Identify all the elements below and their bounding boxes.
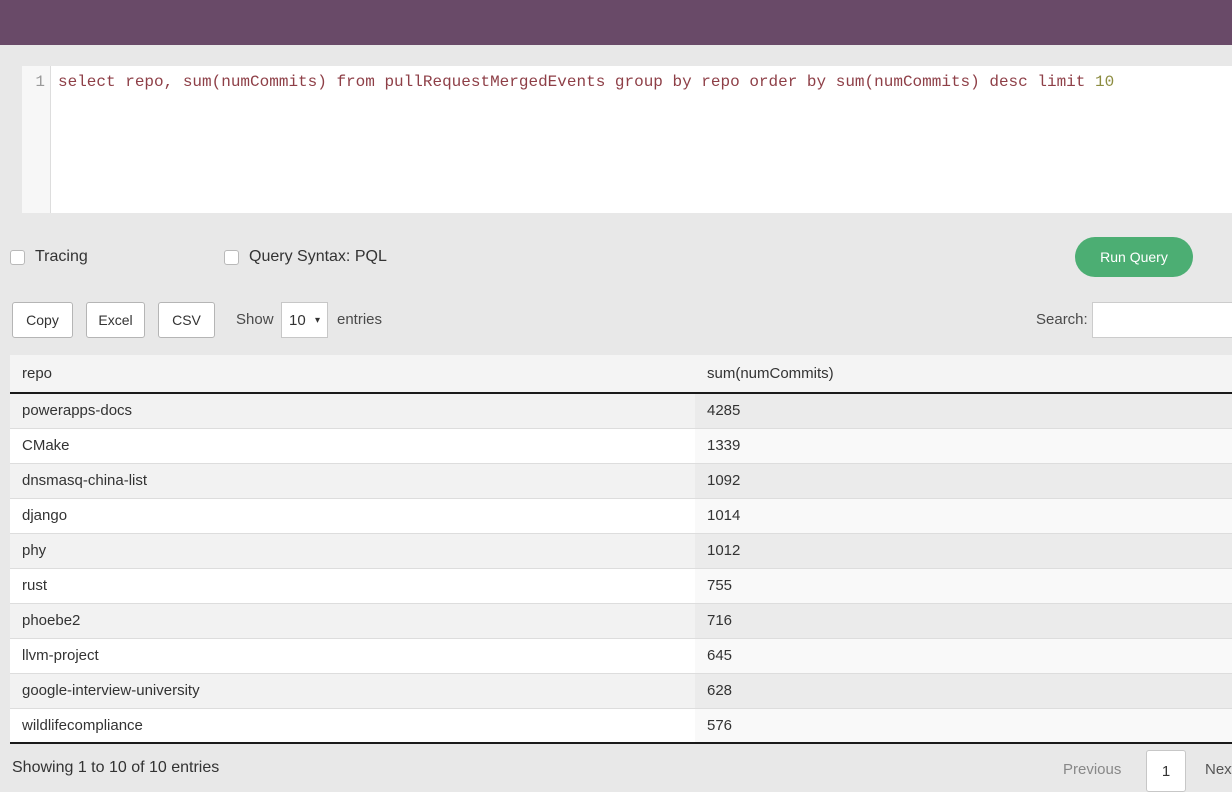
pagination-next[interactable]: Next bbox=[1205, 761, 1232, 778]
table-controls-row: Copy Excel CSV Show 10 ▾ entries Search: bbox=[0, 302, 1232, 338]
pql-syntax-checkbox[interactable] bbox=[224, 250, 239, 265]
entries-label: entries bbox=[337, 311, 382, 328]
cell-repo: dnsmasq-china-list bbox=[10, 463, 695, 498]
cell-sum-numcommits: 4285 bbox=[695, 393, 1232, 428]
table-row: llvm-project645 bbox=[10, 638, 1232, 673]
cell-repo: django bbox=[10, 498, 695, 533]
table-row: phoebe2716 bbox=[10, 603, 1232, 638]
column-header-sum-numcommits[interactable]: sum(numCommits) bbox=[695, 355, 1232, 393]
csv-button[interactable]: CSV bbox=[158, 302, 215, 338]
cell-repo: llvm-project bbox=[10, 638, 695, 673]
sql-query-number: 10 bbox=[1095, 73, 1114, 91]
chevron-down-icon: ▾ bbox=[315, 315, 320, 326]
tracing-checkbox[interactable] bbox=[10, 250, 25, 265]
column-header-repo[interactable]: repo ▴▾ bbox=[10, 355, 695, 393]
run-query-button[interactable]: Run Query bbox=[1075, 237, 1193, 277]
editor-gutter: 1 bbox=[22, 66, 51, 213]
excel-button[interactable]: Excel bbox=[86, 302, 145, 338]
pagination-previous[interactable]: Previous bbox=[1063, 761, 1121, 778]
table-header-row: repo ▴▾ sum(numCommits) bbox=[10, 355, 1232, 393]
cell-repo: google-interview-university bbox=[10, 673, 695, 708]
cell-repo: wildlifecompliance bbox=[10, 708, 695, 743]
table-row: phy1012 bbox=[10, 533, 1232, 568]
query-syntax-option: Query Syntax: PQL bbox=[224, 242, 387, 272]
sql-query-text: select repo, sum(numCommits) from pullRe… bbox=[58, 73, 1095, 91]
table-row: CMake1339 bbox=[10, 428, 1232, 463]
table-row: django1014 bbox=[10, 498, 1232, 533]
cell-repo: CMake bbox=[10, 428, 695, 463]
cell-repo: powerapps-docs bbox=[10, 393, 695, 428]
line-number: 1 bbox=[35, 73, 45, 91]
table-info: Showing 1 to 10 of 10 entries bbox=[12, 759, 219, 777]
table-body: powerapps-docs4285CMake1339dnsmasq-china… bbox=[10, 393, 1232, 743]
table-row: rust755 bbox=[10, 568, 1232, 603]
cell-sum-numcommits: 576 bbox=[695, 708, 1232, 743]
pagination-page-1[interactable]: 1 bbox=[1146, 750, 1186, 792]
cell-sum-numcommits: 716 bbox=[695, 603, 1232, 638]
table-row: powerapps-docs4285 bbox=[10, 393, 1232, 428]
tracing-label: Tracing bbox=[35, 248, 88, 266]
query-controls-row: Tracing Query Syntax: PQL Run Query bbox=[0, 237, 1232, 281]
table-row: dnsmasq-china-list1092 bbox=[10, 463, 1232, 498]
cell-sum-numcommits: 755 bbox=[695, 568, 1232, 603]
copy-button[interactable]: Copy bbox=[12, 302, 73, 338]
cell-sum-numcommits: 645 bbox=[695, 638, 1232, 673]
cell-sum-numcommits: 1014 bbox=[695, 498, 1232, 533]
search-input[interactable] bbox=[1092, 302, 1232, 338]
cell-sum-numcommits: 628 bbox=[695, 673, 1232, 708]
entries-per-page-select[interactable]: 10 ▾ bbox=[281, 302, 328, 338]
show-label: Show bbox=[236, 311, 274, 328]
cell-sum-numcommits: 1012 bbox=[695, 533, 1232, 568]
table-row: google-interview-university628 bbox=[10, 673, 1232, 708]
pql-syntax-label: Query Syntax: PQL bbox=[249, 248, 387, 266]
cell-repo: phoebe2 bbox=[10, 603, 695, 638]
results-table: repo ▴▾ sum(numCommits) powerapps-docs42… bbox=[10, 355, 1232, 747]
search-label: Search: bbox=[1036, 311, 1088, 328]
editor-code-area[interactable]: select repo, sum(numCommits) from pullRe… bbox=[51, 66, 1232, 213]
query-editor[interactable]: 1 select repo, sum(numCommits) from pull… bbox=[22, 66, 1232, 213]
cell-repo: rust bbox=[10, 568, 695, 603]
app-header bbox=[0, 0, 1232, 45]
cell-sum-numcommits: 1092 bbox=[695, 463, 1232, 498]
tracing-option: Tracing bbox=[10, 242, 88, 272]
cell-sum-numcommits: 1339 bbox=[695, 428, 1232, 463]
table-row: wildlifecompliance576 bbox=[10, 708, 1232, 743]
entries-selected-value: 10 bbox=[289, 312, 306, 329]
cell-repo: phy bbox=[10, 533, 695, 568]
